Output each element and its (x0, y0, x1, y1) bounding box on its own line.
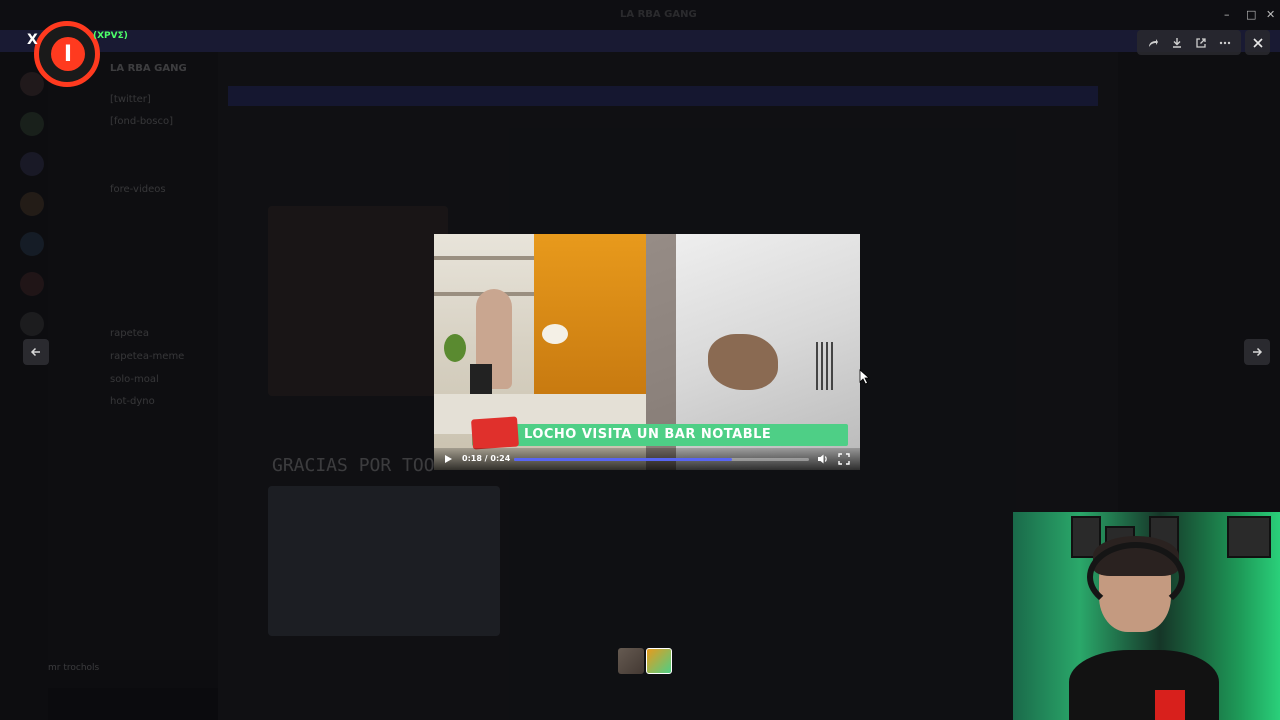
scene-knife-block (470, 364, 492, 394)
scene-flowers (542, 324, 568, 344)
bg-channel: hot-dyno (110, 396, 155, 407)
fullscreen-button[interactable] (836, 451, 852, 467)
close-icon (1252, 37, 1263, 48)
bg-server-icon (20, 272, 44, 296)
bg-channel: fore-videos (110, 184, 166, 195)
wall-poster (1227, 516, 1271, 558)
scene-shelf (434, 256, 534, 260)
bg-channel: [fond-bosco] (110, 116, 174, 127)
bg-server-icon (20, 192, 44, 216)
bg-server-bar (0, 52, 48, 720)
show-badge (471, 416, 519, 450)
previous-button[interactable] (23, 339, 49, 365)
more-icon[interactable] (1216, 34, 1234, 52)
video-time: 0:18 / 0:24 (462, 454, 511, 463)
scene-hand (708, 334, 778, 390)
bg-channel: solo-moal (110, 374, 159, 385)
bg-image (268, 206, 448, 396)
bg-server-icon (20, 112, 44, 136)
screen: LA RBA GANG LA RBA GANG [twitter] [fond-… (0, 0, 1280, 720)
stream-logo-tag: (XPVΣ) (93, 31, 128, 41)
video-seek-bar[interactable] (514, 458, 809, 461)
scene-wall (534, 234, 646, 394)
shirt-print (1155, 690, 1185, 720)
bg-server-icon (20, 72, 44, 96)
bg-channel-list (48, 52, 218, 672)
open-external-icon[interactable] (1192, 34, 1210, 52)
video-controls: 0:18 / 0:24 (434, 448, 860, 470)
forward-icon[interactable] (1144, 34, 1162, 52)
volume-icon (818, 454, 827, 464)
window-maximize-button[interactable]: □ (1246, 8, 1256, 21)
window-close-button[interactable]: ✕ (1266, 8, 1275, 21)
fullscreen-icon (838, 453, 850, 465)
bg-server-icon (20, 152, 44, 176)
play-icon (445, 455, 452, 463)
arrow-right-icon (1253, 347, 1263, 357)
bg-pin-bar (228, 86, 1098, 106)
webcam-overlay (1013, 512, 1280, 720)
bg-channel: rapetea (110, 328, 149, 339)
attachment-thumbnail-selected[interactable] (646, 648, 672, 674)
scene-fork (816, 342, 834, 390)
headphones-icon (1087, 542, 1185, 612)
window-minimize-button[interactable]: – (1224, 8, 1230, 21)
attachment-thumbnails (618, 648, 672, 674)
bg-user-name: mr trochols (48, 663, 100, 673)
bg-message-text: GRACIAS POR TOO (272, 455, 435, 476)
bg-server-icon (20, 232, 44, 256)
arrow-left-icon (30, 347, 40, 357)
stream-logo-x: X (27, 32, 38, 48)
bg-server-icon (20, 312, 44, 336)
play-button[interactable] (440, 451, 456, 467)
volume-button[interactable] (815, 451, 831, 467)
bg-image (268, 486, 500, 636)
stream-logo-letter: I (51, 37, 85, 71)
scene-plant (444, 334, 466, 362)
viewer-action-toolbar (1137, 30, 1241, 55)
bg-channel: [twitter] (110, 94, 151, 105)
bg-window-title: LA RBA GANG (620, 9, 697, 20)
next-button[interactable] (1244, 339, 1270, 365)
streamer-body (1069, 650, 1219, 720)
viewer-close-button[interactable] (1245, 30, 1270, 55)
attachment-thumbnail[interactable] (618, 648, 644, 674)
video-progress-fill (514, 458, 733, 461)
bg-notice-banner (0, 30, 1280, 52)
mouse-cursor-icon (859, 369, 871, 385)
video-player[interactable]: eltrece LOCHO VISITA UN BAR NOTABLE 0:18… (434, 234, 860, 470)
bg-guild-name: LA RBA GANG (110, 63, 187, 74)
bg-channel: rapetea-meme (110, 351, 185, 362)
lower-third-text: LOCHO VISITA UN BAR NOTABLE (524, 427, 772, 442)
download-icon[interactable] (1168, 34, 1186, 52)
